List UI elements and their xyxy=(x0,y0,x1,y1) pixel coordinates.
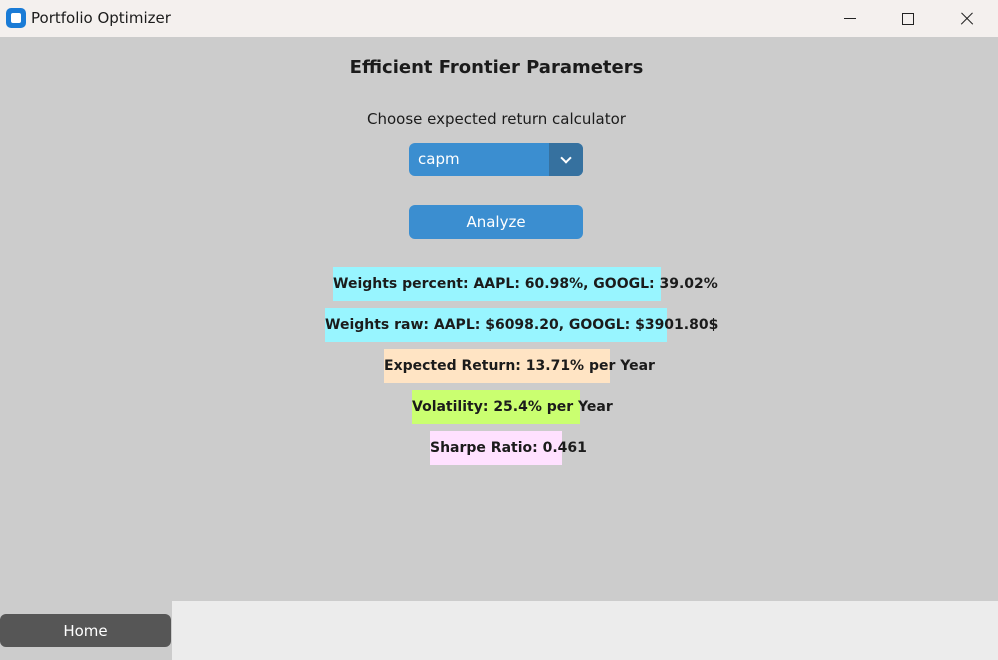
maximize-button[interactable] xyxy=(879,0,937,37)
sharpe-ratio-label: Sharpe Ratio: 0.461 xyxy=(430,431,587,465)
volatility-label: Volatility: 25.4% per Year xyxy=(412,390,613,424)
dropdown-arrow-button[interactable] xyxy=(549,143,583,176)
parameters-panel: Efficient Frontier Parameters Choose exp… xyxy=(0,37,998,601)
expected-return-label: Expected Return: 13.71% per Year xyxy=(384,349,655,383)
return-calculator-dropdown[interactable]: capm xyxy=(409,143,583,176)
calculator-label: Choose expected return calculator xyxy=(367,110,626,128)
app-icon xyxy=(6,8,26,28)
window-title: Portfolio Optimizer xyxy=(31,9,171,27)
close-button[interactable] xyxy=(938,0,996,37)
home-button[interactable]: Home xyxy=(0,614,171,647)
minimize-button[interactable] xyxy=(821,0,879,37)
weights-percent-label: Weights percent: AAPL: 60.98%, GOOGL: 39… xyxy=(333,267,718,301)
close-icon xyxy=(960,12,974,26)
chevron-down-icon xyxy=(560,151,572,164)
page-title: Efficient Frontier Parameters xyxy=(349,57,644,78)
weights-raw-label: Weights raw: AAPL: $6098.20, GOOGL: $390… xyxy=(325,308,718,342)
maximize-icon xyxy=(902,12,914,25)
dropdown-value[interactable]: capm xyxy=(418,150,460,168)
analyze-button[interactable]: Analyze xyxy=(409,205,583,239)
title-bar: Portfolio Optimizer xyxy=(0,0,998,37)
minimize-icon xyxy=(844,18,856,19)
